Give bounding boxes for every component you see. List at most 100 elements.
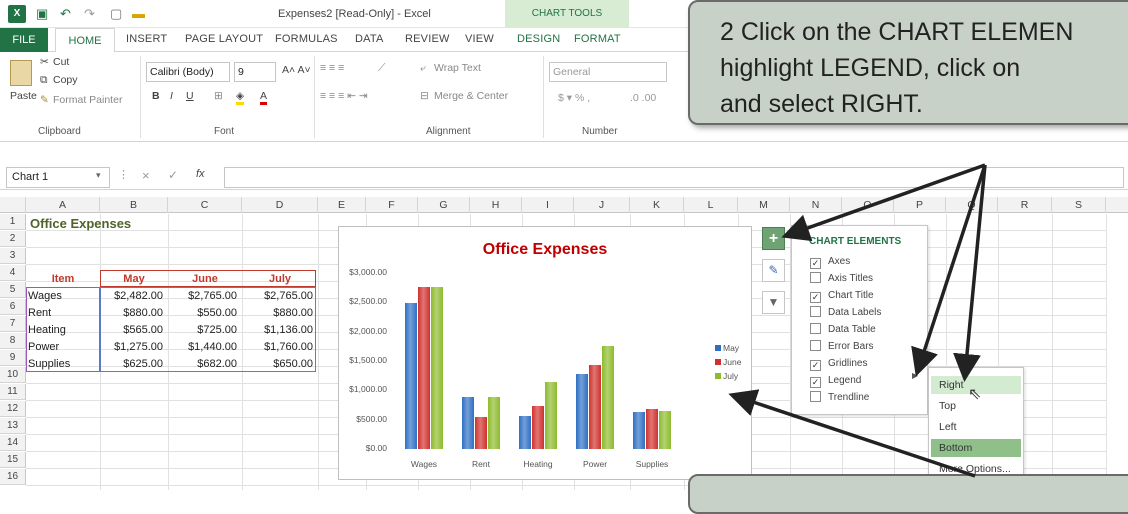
merge-center-button[interactable]: Merge & Center [434, 90, 508, 102]
undo-icon[interactable]: ↶ [60, 6, 71, 22]
column-header[interactable]: R [998, 197, 1052, 213]
grow-font-icon[interactable]: A˄ A˅ [282, 64, 311, 76]
underline-icon[interactable]: U [186, 90, 194, 102]
tab-format[interactable]: FORMAT [574, 33, 621, 45]
bar-july-rent[interactable] [488, 397, 500, 449]
bar-june-heating[interactable] [532, 406, 544, 449]
redo-icon[interactable]: ↷ [84, 6, 95, 22]
tab-design[interactable]: DESIGN [517, 33, 560, 45]
legend-entry[interactable]: July [715, 371, 738, 381]
row-header[interactable]: 4 [0, 265, 26, 281]
borders-icon[interactable]: ⊞ [214, 90, 223, 102]
font-name-select[interactable]: Calibri (Body) [146, 62, 230, 82]
column-header[interactable]: F [366, 197, 418, 213]
copy-button[interactable]: Copy [53, 74, 78, 86]
column-header[interactable]: K [630, 197, 684, 213]
chart-element-trendline[interactable]: Trendline [810, 390, 869, 406]
tab-file[interactable]: FILE [0, 28, 48, 52]
chart[interactable]: Office Expenses $3,000.00 $2,500.00 $2,000… [338, 226, 752, 480]
chart-element-gridlines[interactable]: ✓ Gridlines [810, 356, 867, 372]
decimal-icon[interactable]: .0 .00 [630, 92, 656, 104]
bar-may-power[interactable] [576, 374, 588, 449]
paste-button[interactable]: Paste [10, 90, 37, 102]
tab-view[interactable]: VIEW [465, 33, 494, 45]
bar-june-rent[interactable] [475, 416, 487, 449]
column-header[interactable]: P [894, 197, 946, 213]
submenu-item-bottom[interactable]: Bottom [931, 439, 1021, 457]
chart-filters-icon[interactable]: ▼ [762, 291, 785, 314]
font-size-select[interactable]: 9 [234, 62, 276, 82]
currency-icon[interactable]: $ ▾ % , [558, 92, 590, 104]
align-left-icon[interactable]: ≡ ≡ ≡ ⇤ ⇥ [320, 90, 368, 102]
column-header[interactable]: M [738, 197, 790, 213]
bar-june-supplies[interactable] [646, 408, 658, 449]
row-header[interactable]: 15 [0, 452, 26, 468]
chevron-down-icon[interactable]: ▾ [96, 170, 101, 181]
row-header[interactable]: 2 [0, 231, 26, 247]
legend-submenu-arrow-icon[interactable]: ▶ [912, 371, 918, 380]
checkbox[interactable] [810, 340, 821, 351]
column-header[interactable]: Q [946, 197, 998, 213]
row-header[interactable]: 16 [0, 469, 26, 485]
chart-elements-button[interactable]: + [762, 227, 785, 250]
open-folder-icon[interactable]: ▬ [132, 6, 145, 21]
wrap-text-button[interactable]: Wrap Text [434, 62, 481, 74]
submenu-item-left[interactable]: Left [931, 418, 1021, 436]
format-painter-button[interactable]: Format Painter [53, 94, 122, 106]
chart-element-axes[interactable]: ✓ Axes [810, 254, 850, 270]
cancel-icon[interactable]: × [142, 168, 150, 183]
chart-element-axis-titles[interactable]: Axis Titles [810, 271, 873, 287]
row-header[interactable]: 13 [0, 418, 26, 434]
bar-may-supplies[interactable] [633, 412, 645, 449]
checkbox[interactable] [810, 306, 821, 317]
column-header[interactable]: H [470, 197, 522, 213]
legend-entry[interactable]: May [715, 343, 739, 353]
column-header[interactable]: C [168, 197, 242, 213]
number-format-select[interactable]: General [549, 62, 667, 82]
column-header[interactable]: N [790, 197, 842, 213]
row-header[interactable]: 7 [0, 316, 26, 332]
chart-element-error-bars[interactable]: Error Bars [810, 339, 874, 355]
checkbox[interactable]: ✓ [810, 377, 821, 388]
cut-icon[interactable]: ✂ [40, 56, 49, 68]
row-header[interactable]: 5 [0, 282, 26, 298]
row-header[interactable]: 12 [0, 401, 26, 417]
format-painter-icon[interactable]: ✎ [40, 94, 49, 106]
column-header[interactable]: J [574, 197, 630, 213]
new-file-icon[interactable]: ▢ [110, 6, 122, 22]
row-header[interactable]: 6 [0, 299, 26, 315]
italic-icon[interactable]: I [170, 90, 173, 102]
bar-july-wages[interactable] [431, 286, 443, 449]
row-header[interactable]: 8 [0, 333, 26, 349]
chart-element-data-table[interactable]: Data Table [810, 322, 876, 338]
save-icon[interactable]: ▣ [36, 6, 48, 22]
row-header[interactable]: 3 [0, 248, 26, 264]
font-color-icon[interactable]: A [260, 90, 268, 105]
checkbox[interactable]: ✓ [810, 292, 821, 303]
chart-element-chart-title[interactable]: ✓ Chart Title [810, 288, 874, 304]
bar-july-heating[interactable] [545, 382, 557, 449]
bar-june-wages[interactable] [418, 286, 430, 449]
paste-icon[interactable] [10, 60, 32, 86]
chart-element-data-labels[interactable]: Data Labels [810, 305, 881, 321]
column-header[interactable]: L [684, 197, 738, 213]
bar-july-supplies[interactable] [659, 410, 671, 449]
column-header[interactable]: I [522, 197, 574, 213]
bar-july-power[interactable] [602, 345, 614, 449]
enter-icon[interactable]: ✓ [168, 168, 178, 182]
row-header[interactable]: 14 [0, 435, 26, 451]
tab-review[interactable]: REVIEW [405, 33, 450, 45]
tab-home[interactable]: HOME [55, 28, 115, 53]
fx-icon[interactable]: fx [196, 168, 205, 180]
tab-formulas[interactable]: FORMULAS [275, 33, 338, 45]
bar-may-wages[interactable] [405, 303, 417, 449]
row-header[interactable]: 11 [0, 384, 26, 400]
header-cell-item[interactable]: Item [28, 271, 98, 287]
checkbox[interactable] [810, 272, 821, 283]
bar-june-power[interactable] [589, 364, 601, 449]
column-header[interactable]: S [1052, 197, 1106, 213]
checkbox[interactable] [810, 391, 821, 402]
select-all-corner[interactable] [0, 197, 26, 213]
checkbox[interactable]: ✓ [810, 258, 821, 269]
bar-may-heating[interactable] [519, 415, 531, 449]
